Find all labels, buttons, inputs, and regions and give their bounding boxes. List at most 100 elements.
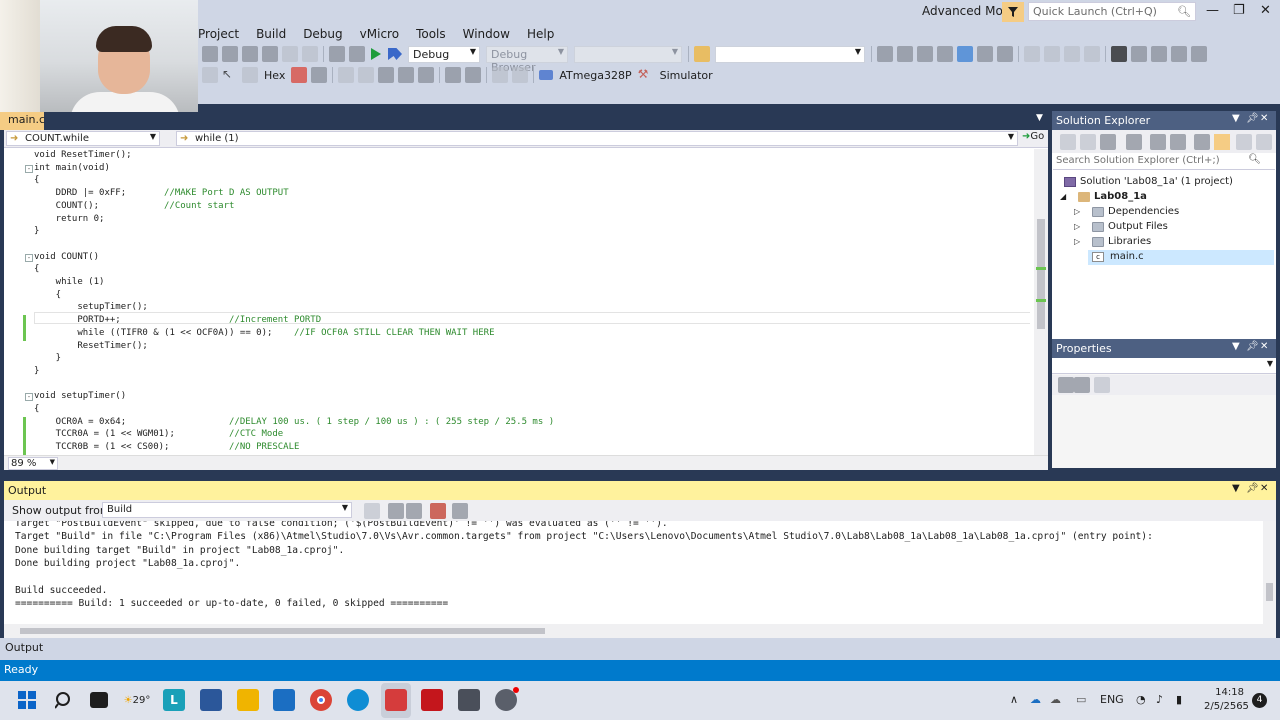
scrollbar-thumb[interactable] <box>20 628 545 634</box>
tab-main-c[interactable]: main.c <box>0 109 45 130</box>
zoom-select[interactable]: 89 % ▼ <box>8 457 58 470</box>
gear-icon[interactable] <box>917 46 933 62</box>
property-pages-icon[interactable] <box>1094 377 1110 393</box>
hex-toggle[interactable]: Hex <box>264 69 285 82</box>
disable-breakpoints-icon[interactable] <box>291 67 308 83</box>
scope-select[interactable]: ➜ COUNT.while ▼ <box>6 131 160 146</box>
mail-icon[interactable] <box>273 689 295 711</box>
tool-icon[interactable] <box>445 67 462 83</box>
platform-select[interactable]: ▼ <box>574 45 682 63</box>
step-icon[interactable] <box>242 67 258 83</box>
pin-icon[interactable]: 📌︎ <box>1246 341 1259 352</box>
program-icon[interactable] <box>465 67 482 83</box>
uncomment-icon[interactable] <box>1084 46 1100 62</box>
search-icon[interactable] <box>53 689 75 711</box>
chevron-down-icon[interactable]: ▼ <box>1232 341 1240 352</box>
breakpoint-icon[interactable] <box>202 67 218 83</box>
clear-bookmarks-icon[interactable] <box>1191 46 1207 62</box>
back-icon[interactable] <box>1060 134 1076 150</box>
windows-start-icon[interactable] <box>16 689 38 711</box>
tab-output[interactable]: Output <box>5 641 43 654</box>
undo-icon[interactable] <box>282 46 298 62</box>
acrobat-icon[interactable] <box>421 689 443 711</box>
tab-list-dropdown-icon[interactable]: ▼ <box>1036 113 1043 123</box>
history-icon[interactable] <box>1126 134 1142 150</box>
next-bookmark-icon[interactable] <box>1151 46 1167 62</box>
fold-toggle-icon[interactable]: - <box>25 253 33 262</box>
tool-selector[interactable]: Simulator <box>660 69 713 82</box>
speaker-icon[interactable]: ♪ <box>1156 693 1163 706</box>
weather-widget[interactable]: ☀ 29° <box>124 689 151 711</box>
chip-icon[interactable] <box>937 46 953 62</box>
quick-launch-input[interactable]: Quick Launch (Ctrl+Q) 🔍︎ <box>1028 2 1196 21</box>
memory-icon[interactable] <box>311 67 328 83</box>
board-icon[interactable] <box>957 46 973 62</box>
tree-item-libraries[interactable]: ▷ Libraries <box>1074 235 1264 250</box>
recorder-icon[interactable] <box>495 687 519 711</box>
menu-debug[interactable]: Debug <box>303 27 351 43</box>
device-programming-icon[interactable] <box>329 46 345 62</box>
find-combo[interactable]: ▼ <box>715 45 865 63</box>
collapse-all-icon[interactable] <box>1150 134 1166 150</box>
find-icon[interactable] <box>349 46 365 62</box>
start-debugging-icon[interactable] <box>371 48 381 60</box>
drive-icon[interactable]: ▭ <box>1076 693 1086 706</box>
chrome-icon[interactable] <box>310 689 332 711</box>
file-explorer-icon[interactable] <box>237 689 259 711</box>
registers-icon[interactable] <box>378 67 395 83</box>
menu-window[interactable]: Window <box>463 27 519 43</box>
word-wrap-icon[interactable] <box>452 503 468 519</box>
chevron-down-icon[interactable]: ▼ <box>1232 113 1240 124</box>
cursor-icon[interactable]: ↖ <box>222 67 238 83</box>
layout-icon[interactable] <box>977 46 993 62</box>
categorized-icon[interactable] <box>1058 377 1074 393</box>
output-text[interactable]: Target "PostBuildEvent" skipped, due to … <box>4 521 1276 624</box>
tree-item-main-c[interactable]: c main.c <box>1088 250 1274 265</box>
editor-vertical-scrollbar[interactable] <box>1034 149 1048 455</box>
tree-item-output-files[interactable]: ▷ Output Files <box>1074 220 1264 235</box>
editor-horizontal-scrollbar[interactable]: 89 % ▼ <box>4 455 1048 470</box>
clock[interactable]: 14:18 2/5/2565 <box>1204 686 1249 714</box>
notification-badge[interactable]: 4 <box>1252 693 1267 708</box>
properties-icon[interactable] <box>1194 134 1210 150</box>
preview-selected-icon[interactable] <box>1214 134 1230 150</box>
scrollbar-thumb[interactable] <box>1266 583 1273 601</box>
comment-icon[interactable] <box>1064 46 1080 62</box>
show-all-files-icon[interactable] <box>1170 134 1186 150</box>
io-view-icon[interactable] <box>398 67 415 83</box>
alphabetical-icon[interactable] <box>1074 377 1090 393</box>
code-area[interactable]: void ResetTimer(); - int main(void){ DDRD … <box>8 149 1030 455</box>
wifi-icon[interactable]: ◔ <box>1136 693 1146 706</box>
minimize-icon[interactable]: — <box>1206 3 1219 18</box>
start-without-debugging-icon[interactable] <box>388 48 402 60</box>
output-source-select[interactable]: Build ▼ <box>102 502 352 518</box>
find-in-files-icon[interactable] <box>694 46 710 62</box>
erase-icon[interactable] <box>492 67 509 83</box>
tree-item-dependencies[interactable]: ▷ Dependencies <box>1074 205 1264 220</box>
properties-object-select[interactable]: ▼ <box>1052 358 1276 374</box>
wrench-icon[interactable] <box>897 46 913 62</box>
collapsed-arrow-icon[interactable]: ▷ <box>1074 237 1080 246</box>
tree-item-solution[interactable]: Solution 'Lab08_1a' (1 project) <box>1064 175 1264 190</box>
filter-icon[interactable] <box>1002 2 1024 22</box>
paste-icon[interactable] <box>262 46 278 62</box>
menu-help[interactable]: Help <box>527 27 563 43</box>
debug-browser-select[interactable]: Debug Browser▼ <box>486 45 568 74</box>
restore-icon[interactable]: ❐ <box>1233 3 1245 18</box>
pin-icon[interactable]: 📌︎ <box>1246 113 1259 124</box>
go-button[interactable]: ➜Go <box>1022 131 1048 147</box>
expanded-arrow-icon[interactable]: ◢ <box>1060 192 1066 201</box>
onedrive-icon[interactable]: ☁ <box>1030 693 1041 706</box>
verify-icon[interactable] <box>512 67 529 83</box>
next-message-icon[interactable] <box>406 503 422 519</box>
output-vertical-scrollbar[interactable] <box>1263 521 1276 624</box>
menu-vmicro[interactable]: vMicro <box>360 27 408 43</box>
photos-icon[interactable] <box>200 689 222 711</box>
home-icon[interactable] <box>1100 134 1116 150</box>
window-icon[interactable] <box>997 46 1013 62</box>
sync-icon[interactable] <box>1236 134 1252 150</box>
battery-icon[interactable]: ▮ <box>1176 693 1182 706</box>
copy-icon[interactable] <box>242 46 258 62</box>
menu-tools[interactable]: Tools <box>416 27 455 43</box>
bookmark-folder-icon[interactable] <box>1171 46 1187 62</box>
